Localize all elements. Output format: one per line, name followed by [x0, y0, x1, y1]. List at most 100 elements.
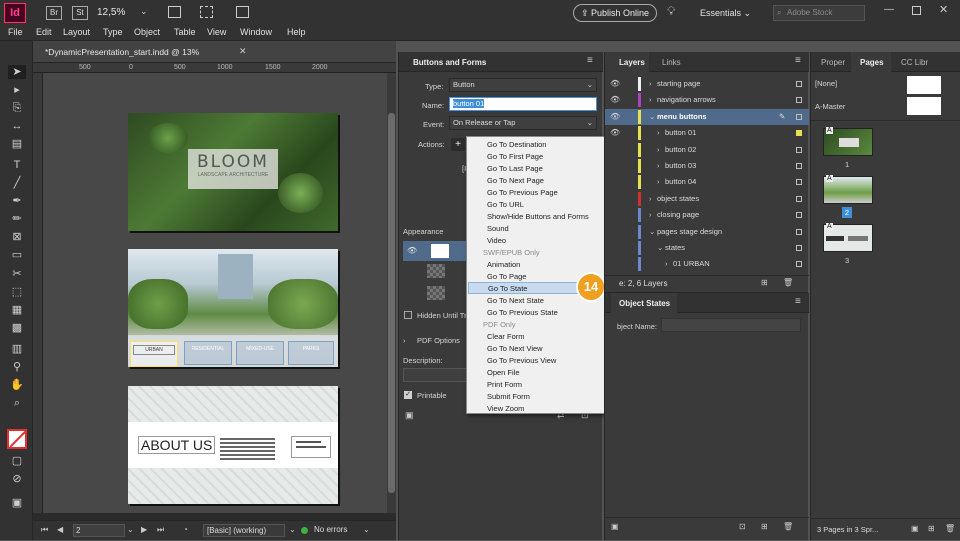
menu-item-go-to-previous-state[interactable]: Go To Previous State	[487, 308, 558, 317]
menu-item-go-to-next-state[interactable]: Go To Next State	[487, 296, 544, 305]
layer-row[interactable]: 👁︎ › navigation arrows	[605, 92, 809, 108]
trash-icon[interactable]: 🗑︎	[783, 278, 793, 287]
publish-online-button[interactable]: ⇪ Publish Online	[573, 4, 657, 22]
direct-selection-tool-icon[interactable]: ▸	[8, 83, 26, 97]
type-select[interactable]: Button ⌄	[449, 78, 597, 92]
pen-tool-icon[interactable]: ✒	[8, 194, 26, 208]
chevron-right-icon[interactable]: ›	[657, 174, 660, 190]
layer-selection-square[interactable]	[796, 81, 802, 87]
object-name-input[interactable]	[661, 318, 801, 332]
eye-icon[interactable]: 👁︎	[610, 109, 620, 125]
add-action-button[interactable]: +	[451, 138, 465, 151]
stock-button[interactable]: St	[72, 6, 88, 20]
page-2-slide[interactable]: URBAN RESIDENTIAL MIXED-USE PARKS	[128, 249, 338, 367]
eyedropper-tool-icon[interactable]: ⚲	[8, 360, 26, 374]
printable-checkbox[interactable]: ✓	[404, 391, 412, 399]
chevron-right-icon[interactable]: ›	[665, 256, 668, 272]
menu-item-view-zoom[interactable]: View Zoom	[487, 404, 524, 413]
zoom-tool-icon[interactable]: ⌕	[8, 396, 26, 410]
menu-item-go-to-next-page[interactable]: Go To Next Page	[487, 176, 544, 185]
chevron-right-icon[interactable]: ⌄	[649, 224, 655, 240]
next-page-icon[interactable]: ▶	[141, 525, 147, 534]
pencil-tool-icon[interactable]: ✏	[8, 212, 26, 226]
chevron-down-icon[interactable]: ⌄	[649, 109, 655, 125]
menu-item-open-file[interactable]: Open File	[487, 368, 520, 377]
stock-search-input[interactable]: ⌕ Adobe Stock	[773, 5, 865, 21]
tab-pages[interactable]: Pages	[851, 52, 891, 72]
preflight-menu-icon[interactable]: ⌄	[363, 525, 370, 534]
menu-view[interactable]: View	[207, 27, 226, 37]
about-title[interactable]: ABOUT US	[138, 436, 216, 454]
nav-button-mixed-use[interactable]: MIXED-USE	[236, 341, 284, 365]
tab-properties[interactable]: Proper	[821, 58, 845, 67]
menu-item-submit-form[interactable]: Submit Form	[487, 392, 530, 401]
close-tab-icon[interactable]: ✕	[239, 46, 247, 57]
layer-selection-square[interactable]	[796, 261, 802, 268]
layer-selection-square[interactable]	[796, 195, 802, 202]
eye-icon[interactable]: 👁︎	[610, 125, 620, 141]
page-size-icon[interactable]: ▣	[911, 524, 919, 533]
none-master-label[interactable]: [None]	[815, 79, 837, 88]
preview-icon[interactable]: ▣	[405, 410, 414, 421]
menu-item-sound[interactable]: Sound	[487, 224, 509, 233]
page-dropdown-icon[interactable]: ⌄	[127, 525, 134, 534]
trash-icon[interactable]: 🗑︎	[945, 524, 955, 533]
page-thumbnail-1[interactable]: A	[823, 127, 873, 156]
vertical-scrollbar[interactable]	[387, 73, 396, 513]
menu-edit[interactable]: Edit	[36, 27, 52, 37]
fill-stroke-swatch[interactable]	[7, 429, 27, 449]
appearance-row-normal[interactable]: 👁︎	[403, 241, 467, 261]
selection-tool-icon[interactable]: ➤	[8, 65, 26, 79]
layer-selection-square[interactable]	[796, 97, 802, 104]
panel-menu-icon[interactable]: ≡	[795, 296, 801, 307]
content-collector-icon[interactable]: ▤	[8, 137, 26, 151]
previous-page-icon[interactable]: ◀	[57, 525, 63, 534]
gradient-feather-tool-icon[interactable]: ▩	[8, 321, 26, 335]
pdf-options-label[interactable]: PDF Options	[417, 336, 460, 345]
page-tool-icon[interactable]: ⎘	[8, 101, 26, 115]
new-state-icon[interactable]: ⊞	[761, 522, 768, 531]
menu-item-print-form[interactable]: Print Form	[487, 380, 522, 389]
chevron-right-icon[interactable]: ›	[657, 125, 660, 141]
menu-item-clear-form[interactable]: Clear Form	[487, 332, 525, 341]
screen-mode-tool-icon[interactable]: ▣	[8, 496, 26, 510]
scissors-tool-icon[interactable]: ✂	[8, 267, 26, 281]
maximize-button[interactable]	[912, 6, 921, 15]
menu-item-go-to-last-page[interactable]: Go To Last Page	[487, 164, 543, 173]
page-number-field[interactable]: 2	[73, 524, 125, 537]
gradient-swatch-tool-icon[interactable]: ▦	[8, 303, 26, 317]
chevron-right-icon[interactable]: ⌄	[657, 240, 663, 256]
screen-mode-icon[interactable]	[200, 6, 213, 18]
eye-icon[interactable]: 👁︎	[610, 76, 620, 92]
workspace-switcher[interactable]: Essentials ⌄	[700, 8, 751, 19]
minimize-button[interactable]: —	[884, 4, 894, 15]
line-tool-icon[interactable]: ╱	[8, 176, 26, 190]
menu-file[interactable]: File	[8, 27, 23, 37]
event-select[interactable]: On Release or Tap ⌄	[449, 116, 597, 130]
menu-item-show-hide-buttons[interactable]: Show/Hide Buttons and Forms	[487, 212, 589, 221]
menu-help[interactable]: Help	[287, 27, 306, 37]
new-layer-icon[interactable]: ⊞	[761, 278, 768, 287]
name-input[interactable]: button 01	[449, 97, 597, 111]
hidden-checkbox[interactable]	[404, 311, 412, 319]
appearance-row-rollover[interactable]	[427, 264, 445, 278]
menu-item-go-to-next-view[interactable]: Go To Next View	[487, 344, 543, 353]
nav-button-urban[interactable]: URBAN	[130, 341, 178, 367]
menu-table[interactable]: Table	[174, 27, 196, 37]
chevron-right-icon[interactable]: ›	[657, 142, 660, 158]
page-1-slide[interactable]: BLOOM LANDSCAPE ARCHITECTURE	[128, 113, 338, 231]
free-transform-tool-icon[interactable]: ⬚	[8, 285, 26, 299]
chevron-right-icon[interactable]: ›	[649, 76, 652, 92]
lightbulb-icon[interactable]: 💡︎	[667, 4, 675, 19]
close-icon[interactable]: ✕	[939, 3, 948, 16]
menu-item-video[interactable]: Video	[487, 236, 506, 245]
indesign-logo[interactable]: Id	[4, 3, 26, 23]
layer-row[interactable]: › object states	[605, 191, 809, 207]
layer-selection-square[interactable]	[796, 245, 802, 251]
zoom-level[interactable]: 12,5%	[97, 7, 125, 18]
menu-type[interactable]: Type	[103, 27, 123, 37]
panel-menu-icon[interactable]: ≡	[795, 55, 801, 66]
bridge-button[interactable]: Br	[46, 6, 62, 20]
chevron-right-icon[interactable]: ›	[657, 158, 660, 174]
layer-row[interactable]: › button 04	[605, 174, 809, 190]
